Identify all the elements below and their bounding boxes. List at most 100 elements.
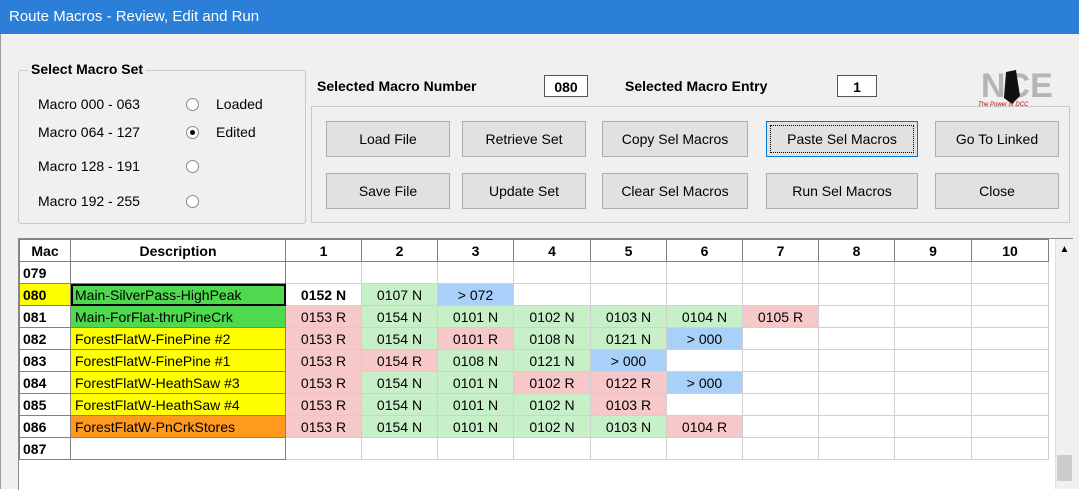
macro-entry-cell[interactable] — [971, 393, 1049, 416]
macro-entry-cell[interactable]: 0104 R — [666, 415, 743, 438]
macro-number-cell[interactable]: 080 — [19, 283, 71, 306]
macro-entry-cell[interactable] — [590, 437, 667, 460]
macro-number-cell[interactable]: 086 — [19, 415, 71, 438]
selected-macro-entry-field[interactable]: 1 — [837, 75, 877, 97]
macro-entry-cell[interactable] — [742, 393, 819, 416]
macro-entry-cell[interactable]: 0154 N — [361, 393, 438, 416]
radio-button[interactable] — [186, 98, 199, 111]
macro-entry-cell[interactable]: 0103 N — [590, 305, 667, 328]
macro-entry-cell[interactable] — [894, 327, 972, 350]
macro-number-cell[interactable]: 081 — [19, 305, 71, 328]
macro-entry-cell[interactable]: 0154 N — [361, 371, 438, 394]
macro-entry-cell[interactable] — [971, 261, 1049, 284]
macro-entry-cell[interactable] — [361, 437, 438, 460]
macro-entry-cell[interactable] — [666, 349, 743, 372]
table-row[interactable]: 087 — [19, 437, 1049, 460]
macro-entry-cell[interactable]: 0103 R — [590, 393, 667, 416]
table-row[interactable]: 085 ForestFlatW-HeathSaw #4 0153 R 0154 N 01… — [19, 393, 1049, 416]
load-file-button[interactable]: Load File — [326, 121, 450, 157]
macro-entry-cell[interactable]: 0153 R — [285, 305, 362, 328]
run-sel-macros-button[interactable]: Run Sel Macros — [766, 173, 918, 209]
macro-entry-cell[interactable]: 0104 N — [666, 305, 743, 328]
macro-entry-cell[interactable] — [818, 305, 895, 328]
macro-entry-cell[interactable]: 0153 R — [285, 327, 362, 350]
macro-entry-cell[interactable] — [361, 261, 438, 284]
macro-entry-cell[interactable] — [818, 349, 895, 372]
macro-entry-cell[interactable] — [894, 261, 972, 284]
go-to-linked-button[interactable]: Go To Linked — [935, 121, 1059, 157]
macro-entry-cell[interactable]: 0154 R — [361, 349, 438, 372]
retrieve-set-button[interactable]: Retrieve Set — [462, 121, 586, 157]
macro-entry-cell[interactable] — [894, 305, 972, 328]
macro-entry-cell[interactable] — [742, 327, 819, 350]
macro-entry-cell[interactable]: 0101 N — [437, 415, 514, 438]
macro-entry-cell[interactable]: 0102 R — [513, 371, 591, 394]
macro-entry-cell[interactable] — [666, 261, 743, 284]
macro-entry-cell[interactable] — [818, 261, 895, 284]
macro-entry-cell[interactable]: 0154 N — [361, 415, 438, 438]
macro-entry-cell[interactable] — [285, 437, 362, 460]
macro-entry-cell[interactable]: 0101 N — [437, 305, 514, 328]
macro-entry-cell[interactable]: 0101 N — [437, 371, 514, 394]
macro-entry-cell[interactable]: 0154 N — [361, 327, 438, 350]
macro-number-cell[interactable]: 082 — [19, 327, 71, 350]
macro-entry-cell[interactable] — [894, 283, 972, 306]
macro-number-cell[interactable]: 079 — [19, 261, 71, 284]
macro-number-cell[interactable]: 084 — [19, 371, 71, 394]
close-button[interactable]: Close — [935, 173, 1059, 209]
macro-number-cell[interactable]: 083 — [19, 349, 71, 372]
macro-entry-cell[interactable] — [666, 437, 743, 460]
macro-entry-cell[interactable] — [971, 305, 1049, 328]
macro-description-cell[interactable]: ForestFlatW-HeathSaw #4 — [70, 393, 286, 416]
macro-entry-cell[interactable]: 0153 R — [285, 371, 362, 394]
macro-description-cell[interactable] — [70, 261, 286, 284]
table-row[interactable]: 086 ForestFlatW-PnCrkStores 0153 R 0154 N 01… — [19, 415, 1049, 438]
table-row[interactable]: 079 — [19, 261, 1049, 284]
macro-entry-cell[interactable]: 0102 N — [513, 393, 591, 416]
macro-entry-cell[interactable] — [590, 261, 667, 284]
macro-entry-cell[interactable]: 0121 N — [513, 349, 591, 372]
macro-entry-cell[interactable] — [818, 437, 895, 460]
macro-entry-cell[interactable] — [971, 349, 1049, 372]
macro-number-cell[interactable]: 087 — [19, 437, 71, 460]
macro-description-cell[interactable]: ForestFlatW-HeathSaw #3 — [70, 371, 286, 394]
macro-entry-cell[interactable] — [513, 437, 591, 460]
macro-entry-cell[interactable] — [894, 371, 972, 394]
table-row[interactable]: 081 Main-ForFlat-thruPineCrk 0153 R 0154 N0… — [19, 305, 1049, 328]
macro-entry-cell[interactable]: 0101 N — [437, 393, 514, 416]
radio-button[interactable] — [186, 195, 199, 208]
macro-entry-cell[interactable] — [971, 283, 1049, 306]
macro-number-cell[interactable]: 085 — [19, 393, 71, 416]
macro-description-cell[interactable]: ForestFlatW-PnCrkStores — [70, 415, 286, 438]
macro-entry-cell[interactable] — [818, 371, 895, 394]
macro-entry-cell[interactable] — [894, 349, 972, 372]
scroll-up-arrow-icon[interactable]: ▲ — [1056, 239, 1073, 261]
macro-entry-cell[interactable]: 0108 N — [513, 327, 591, 350]
macro-description-cell[interactable]: Main-SilverPass-HighPeak — [70, 283, 286, 306]
macro-entry-cell[interactable] — [971, 437, 1049, 460]
macro-entry-cell[interactable]: 0107 N — [361, 283, 438, 306]
macro-entry-cell[interactable] — [894, 393, 972, 416]
macro-entry-cell[interactable]: 0105 R — [742, 305, 819, 328]
macro-entry-cell[interactable]: 0102 N — [513, 305, 591, 328]
macro-entry-cell[interactable] — [894, 415, 972, 438]
table-row[interactable]: 084 ForestFlatW-HeathSaw #3 0153 R 0154 N 01… — [19, 371, 1049, 394]
macro-entry-cell[interactable] — [437, 437, 514, 460]
macro-entry-cell[interactable] — [513, 283, 591, 306]
macro-entry-cell[interactable] — [818, 327, 895, 350]
table-row[interactable]: 082 ForestFlatW-FinePine #2 0153 R 0154 N 01… — [19, 327, 1049, 350]
macro-entry-cell[interactable] — [742, 437, 819, 460]
macro-entry-cell[interactable] — [666, 393, 743, 416]
paste-sel-macros-button[interactable]: Paste Sel Macros — [766, 121, 918, 157]
macro-entry-cell[interactable]: 0154 N — [361, 305, 438, 328]
table-row[interactable]: 080 Main-SilverPass-HighPeak 0152 N 0107 N >… — [19, 283, 1049, 306]
radio-button[interactable] — [186, 160, 199, 173]
scrollbar-thumb[interactable] — [1057, 455, 1072, 481]
macro-entry-cell[interactable] — [742, 349, 819, 372]
macro-entry-cell[interactable] — [742, 283, 819, 306]
macro-entry-cell[interactable]: 0102 N — [513, 415, 591, 438]
macro-entry-cell[interactable]: 0108 N — [437, 349, 514, 372]
save-file-button[interactable]: Save File — [326, 173, 450, 209]
macro-entry-cell[interactable]: 0122 R — [590, 371, 667, 394]
macro-description-cell[interactable]: ForestFlatW-FinePine #2 — [70, 327, 286, 350]
